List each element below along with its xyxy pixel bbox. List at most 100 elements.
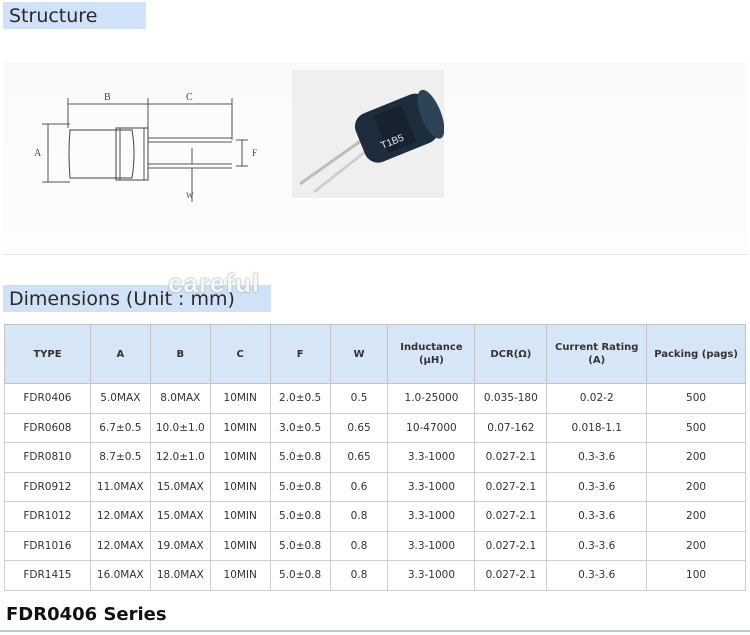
column-header: TYPE bbox=[4, 324, 91, 384]
table-cell: 10MIN bbox=[209, 442, 271, 473]
table-row: FDR1415 16.0MAX 18.0MAX 10MIN 5.0±0.8 0.8 3.3-… bbox=[4, 560, 746, 591]
table-cell: FDR0810 bbox=[4, 442, 91, 473]
table-cell: 10-47000 bbox=[387, 412, 476, 443]
table-row: FDR0912 11.0MAX 15.0MAX 10MIN 5.0±0.8 0.6 3.3-… bbox=[4, 471, 746, 502]
table-row: FDR0810 8.7±0.5 12.0±1.0 10MIN 5.0±0.8 0.65 3.… bbox=[4, 442, 746, 473]
table-cell: 0.65 bbox=[329, 442, 389, 473]
table-cell: 10MIN bbox=[209, 501, 271, 532]
label-b: B bbox=[104, 92, 111, 103]
table-cell: 0.027-2.1 bbox=[474, 442, 548, 473]
column-header: Current Rating (A) bbox=[546, 324, 648, 384]
table-cell: 0.018-1.1 bbox=[546, 412, 648, 443]
table-cell: 3.3-1000 bbox=[387, 560, 476, 591]
table-cell: 0.8 bbox=[329, 560, 389, 591]
table-cell: 3.0±0.5 bbox=[269, 412, 331, 443]
table-cell: 8.0MAX bbox=[149, 383, 211, 414]
table-cell: 5.0±0.8 bbox=[269, 442, 331, 473]
column-header: Packing (pags) bbox=[646, 324, 746, 384]
column-header: B bbox=[149, 324, 211, 384]
table-cell: 5.0±0.8 bbox=[269, 471, 331, 502]
table-cell: 200 bbox=[646, 501, 746, 532]
table-cell: 500 bbox=[646, 412, 746, 443]
table-cell: 0.5 bbox=[329, 383, 389, 414]
table-cell: 8.7±0.5 bbox=[89, 442, 151, 473]
table-cell: 10MIN bbox=[209, 560, 271, 591]
column-header: Inductance (μH) bbox=[387, 324, 476, 384]
table-cell: 0.3-3.6 bbox=[546, 471, 648, 502]
table-cell: 100 bbox=[646, 560, 746, 591]
structure-heading: Structure bbox=[3, 2, 146, 29]
table-cell: 0.3-3.6 bbox=[546, 442, 648, 473]
label-a: A bbox=[34, 148, 42, 159]
table-cell: 200 bbox=[646, 442, 746, 473]
label-f: F bbox=[252, 148, 257, 158]
table-header-row: TYPE A B C F W Inductance (μH) DCR(Ω) Cu… bbox=[4, 324, 746, 384]
table-cell: 12.0MAX bbox=[89, 501, 151, 532]
table-cell: 11.0MAX bbox=[89, 471, 151, 502]
table-cell: 15.0MAX bbox=[149, 471, 211, 502]
table-cell: 2.0±0.5 bbox=[269, 383, 331, 414]
table-cell: 0.02-2 bbox=[546, 383, 648, 414]
watermark-text: careful bbox=[168, 268, 261, 298]
table-cell: FDR1016 bbox=[4, 530, 91, 561]
table-cell: 0.8 bbox=[329, 501, 389, 532]
column-header: DCR(Ω) bbox=[474, 324, 548, 384]
table-cell: 12.0MAX bbox=[89, 530, 151, 561]
table-cell: 0.3-3.6 bbox=[546, 530, 648, 561]
table-cell: 0.027-2.1 bbox=[474, 530, 548, 561]
table-cell: 0.6 bbox=[329, 471, 389, 502]
table-cell: 200 bbox=[646, 530, 746, 561]
table-cell: 3.3-1000 bbox=[387, 442, 476, 473]
table-row: FDR1016 12.0MAX 19.0MAX 10MIN 5.0±0.8 0.8 3.3-… bbox=[4, 530, 746, 561]
table-cell: 10MIN bbox=[209, 471, 271, 502]
table-cell: 200 bbox=[646, 471, 746, 502]
table-cell: 0.027-2.1 bbox=[474, 501, 548, 532]
label-w: W bbox=[186, 191, 194, 200]
table-cell: 1.0-25000 bbox=[387, 383, 476, 414]
column-header: A bbox=[89, 324, 151, 384]
table-cell: 6.7±0.5 bbox=[89, 412, 151, 443]
series-title: FDR0406 Series bbox=[6, 604, 167, 625]
table-cell: 0.035-180 bbox=[474, 383, 548, 414]
table-cell: 5.0±0.8 bbox=[269, 560, 331, 591]
table-cell: FDR1012 bbox=[4, 501, 91, 532]
table-row: FDR0608 6.7±0.5 10.0±1.0 10MIN 3.0±0.5 0.65 10… bbox=[4, 412, 746, 443]
table-cell: 12.0±1.0 bbox=[149, 442, 211, 473]
table-cell: 5.0±0.8 bbox=[269, 501, 331, 532]
label-c: C bbox=[186, 92, 193, 103]
table-cell: 3.3-1000 bbox=[387, 471, 476, 502]
table-row: FDR1012 12.0MAX 15.0MAX 10MIN 5.0±0.8 0.8 3.3-… bbox=[4, 501, 746, 532]
table-cell: 10MIN bbox=[209, 412, 271, 443]
table-cell: 18.0MAX bbox=[149, 560, 211, 591]
table-cell: FDR0608 bbox=[4, 412, 91, 443]
table-cell: 0.07-162 bbox=[474, 412, 548, 443]
table-cell: 10.0±1.0 bbox=[149, 412, 211, 443]
column-header: W bbox=[329, 324, 389, 384]
table-cell: 0.027-2.1 bbox=[474, 471, 548, 502]
table-cell: 19.0MAX bbox=[149, 530, 211, 561]
table-cell: 16.0MAX bbox=[89, 560, 151, 591]
dimension-drawing: B C A F W bbox=[34, 92, 257, 202]
table-cell: FDR0912 bbox=[4, 471, 91, 502]
dimensions-table: TYPE A B C F W Inductance (μH) DCR(Ω) Cu… bbox=[4, 324, 746, 591]
table-cell: FDR1415 bbox=[4, 560, 91, 591]
table-cell: 500 bbox=[646, 383, 746, 414]
table-cell: FDR0406 bbox=[4, 383, 91, 414]
table-cell: 0.027-2.1 bbox=[474, 560, 548, 591]
column-header: F bbox=[269, 324, 331, 384]
inductor-photo: T1B5 bbox=[292, 70, 444, 198]
table-cell: 10MIN bbox=[209, 530, 271, 561]
table-cell: 15.0MAX bbox=[149, 501, 211, 532]
table-cell: 10MIN bbox=[209, 383, 271, 414]
table-cell: 0.3-3.6 bbox=[546, 560, 648, 591]
table-cell: 5.0MAX bbox=[89, 383, 151, 414]
table-cell: 0.65 bbox=[329, 412, 389, 443]
column-header: C bbox=[209, 324, 271, 384]
bottom-divider bbox=[0, 630, 750, 632]
table-cell: 3.3-1000 bbox=[387, 501, 476, 532]
table-cell: 0.8 bbox=[329, 530, 389, 561]
table-cell: 3.3-1000 bbox=[387, 530, 476, 561]
table-row: FDR0406 5.0MAX 8.0MAX 10MIN 2.0±0.5 0.5 1.0-25… bbox=[4, 383, 746, 414]
table-cell: 0.3-3.6 bbox=[546, 501, 648, 532]
table-cell: 5.0±0.8 bbox=[269, 530, 331, 561]
